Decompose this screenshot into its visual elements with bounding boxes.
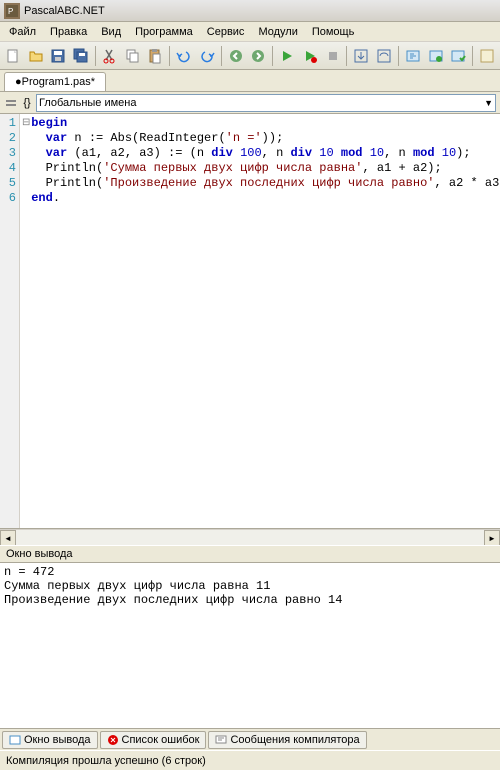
tab-messages[interactable]: Сообщения компилятора xyxy=(208,731,366,749)
toolbar-separator xyxy=(95,46,96,66)
code-area[interactable]: begin var n := Abs(ReadInteger('n =')); … xyxy=(20,114,500,528)
menu-service[interactable]: Сервис xyxy=(200,24,252,40)
tab-label: Окно вывода xyxy=(24,734,91,746)
cut-button[interactable] xyxy=(99,45,121,67)
copy-button[interactable] xyxy=(122,45,144,67)
line-num: 2 xyxy=(0,131,16,146)
messages-icon xyxy=(215,734,227,746)
output-panel[interactable]: n = 472 Сумма первых двух цифр числа рав… xyxy=(0,563,500,728)
scope-dropdown[interactable]: Глобальные имена ▼ xyxy=(36,94,496,112)
step-over-button[interactable] xyxy=(373,45,395,67)
menu-file[interactable]: Файл xyxy=(2,24,43,40)
run-debug-button[interactable] xyxy=(299,45,321,67)
svg-text:P: P xyxy=(8,7,13,16)
undo-button[interactable] xyxy=(173,45,195,67)
line-num: 6 xyxy=(0,191,16,206)
line-num: 3 xyxy=(0,146,16,161)
save-button[interactable] xyxy=(48,45,70,67)
braces-icon: {} xyxy=(20,96,34,110)
statusbar: Компиляция прошла успешно (6 строк) xyxy=(0,750,500,770)
menu-help[interactable]: Помощь xyxy=(305,24,362,40)
line-num: 4 xyxy=(0,161,16,176)
tabbar: ●Program1.pas* xyxy=(0,70,500,92)
scroll-right-button[interactable]: ► xyxy=(484,530,500,546)
titlebar: P PascalABC.NET xyxy=(0,0,500,22)
scope-bar: {} Глобальные имена ▼ xyxy=(0,92,500,114)
menu-modules[interactable]: Модули xyxy=(251,24,304,40)
toolbar xyxy=(0,42,500,70)
line-gutter: 1 2 3 4 5 6 xyxy=(0,114,20,528)
window-title: PascalABC.NET xyxy=(24,5,105,17)
menu-view[interactable]: Вид xyxy=(94,24,128,40)
fold-icon[interactable]: ⊟ xyxy=(22,117,30,128)
tab-errors[interactable]: Список ошибок xyxy=(100,731,207,749)
scope-icon xyxy=(4,96,18,110)
app-icon: P xyxy=(4,3,20,19)
stop-button[interactable] xyxy=(322,45,344,67)
menubar: Файл Правка Вид Программа Сервис Модули … xyxy=(0,22,500,42)
chevron-down-icon: ▼ xyxy=(484,98,493,108)
forward-button[interactable] xyxy=(247,45,269,67)
compile-button[interactable] xyxy=(402,45,424,67)
horizontal-scrollbar[interactable]: ◄ ► xyxy=(0,529,500,545)
scroll-left-button[interactable]: ◄ xyxy=(0,530,16,546)
output-header: Окно вывода xyxy=(0,545,500,563)
line-num: 1 xyxy=(0,116,16,131)
build-button[interactable] xyxy=(425,45,447,67)
save-all-button[interactable] xyxy=(70,45,92,67)
paste-button[interactable] xyxy=(144,45,166,67)
run-button[interactable] xyxy=(276,45,298,67)
tab-label: Сообщения компилятора xyxy=(230,734,359,746)
open-file-button[interactable] xyxy=(25,45,47,67)
error-icon xyxy=(107,734,119,746)
bottom-tabbar: Окно вывода Список ошибок Сообщения комп… xyxy=(0,728,500,750)
back-button[interactable] xyxy=(225,45,247,67)
line-num: 5 xyxy=(0,176,16,191)
toolbar-separator xyxy=(398,46,399,66)
tab-label: Список ошибок xyxy=(122,734,200,746)
output-icon xyxy=(9,734,21,746)
step-into-button[interactable] xyxy=(350,45,372,67)
tab-output[interactable]: Окно вывода xyxy=(2,731,98,749)
check-button[interactable] xyxy=(447,45,469,67)
redo-button[interactable] xyxy=(196,45,218,67)
menu-program[interactable]: Программа xyxy=(128,24,200,40)
new-file-button[interactable] xyxy=(2,45,24,67)
tab-active[interactable]: ●Program1.pas* xyxy=(4,72,106,91)
scope-label: Глобальные имена xyxy=(39,97,137,109)
status-text: Компиляция прошла успешно (6 строк) xyxy=(6,755,206,767)
toolbar-separator xyxy=(272,46,273,66)
scroll-track[interactable] xyxy=(16,530,484,545)
toolbar-separator xyxy=(221,46,222,66)
menu-edit[interactable]: Правка xyxy=(43,24,94,40)
editor[interactable]: 1 2 3 4 5 6 ⊟ begin var n := Abs(ReadInt… xyxy=(0,114,500,529)
toolbar-separator xyxy=(169,46,170,66)
options-button[interactable] xyxy=(476,45,498,67)
toolbar-separator xyxy=(472,46,473,66)
toolbar-separator xyxy=(346,46,347,66)
